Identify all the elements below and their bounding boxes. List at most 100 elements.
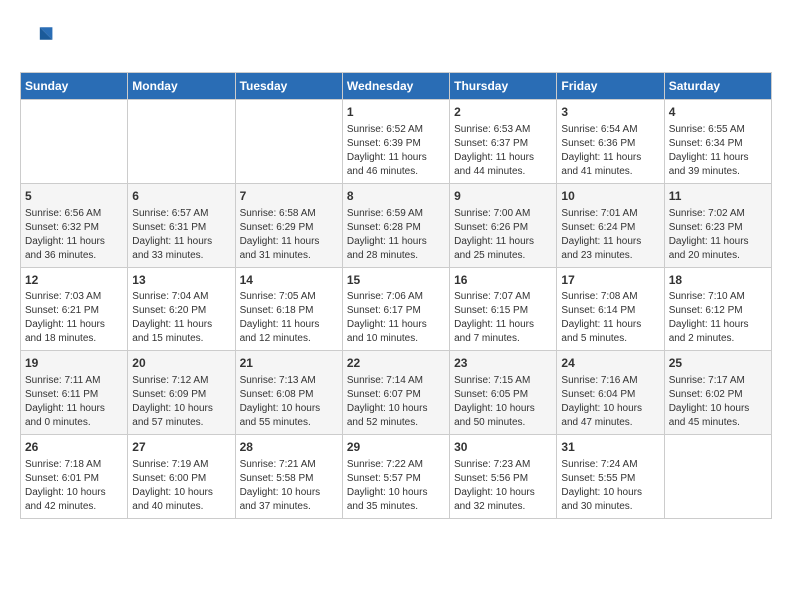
header-cell-saturday: Saturday xyxy=(664,73,771,100)
day-info: Sunrise: 7:12 AM xyxy=(132,374,230,388)
day-info: Sunrise: 6:52 AM xyxy=(347,123,445,137)
day-number: 6 xyxy=(132,188,230,205)
day-info: Sunrise: 7:10 AM xyxy=(669,290,767,304)
day-info: Sunset: 6:23 PM xyxy=(669,221,767,235)
day-number: 20 xyxy=(132,355,230,372)
day-number: 12 xyxy=(25,272,123,289)
day-number: 13 xyxy=(132,272,230,289)
day-info: Daylight: 11 hours and 31 minutes. xyxy=(240,235,338,263)
day-info: Sunset: 6:11 PM xyxy=(25,388,123,402)
day-info: Daylight: 11 hours and 36 minutes. xyxy=(25,235,123,263)
day-info: Daylight: 11 hours and 25 minutes. xyxy=(454,235,552,263)
day-info: Sunrise: 7:01 AM xyxy=(561,207,659,221)
day-cell: 11 Sunrise: 7:02 AMSunset: 6:23 PMDayligh… xyxy=(664,183,771,267)
day-info: Sunset: 6:34 PM xyxy=(669,137,767,151)
day-cell xyxy=(21,100,128,184)
day-info: Sunrise: 7:06 AM xyxy=(347,290,445,304)
day-cell: 25Sunrise: 7:17 AMSunset: 6:02 PMDayligh… xyxy=(664,351,771,435)
day-info: Sunrise: 7:23 AM xyxy=(454,458,552,472)
day-cell: 1Sunrise: 6:52 AMSunset: 6:39 PMDaylight… xyxy=(342,100,449,184)
day-info: Sunset: 6:07 PM xyxy=(347,388,445,402)
header-row: SundayMondayTuesdayWednesdayThursdayFrid… xyxy=(21,73,772,100)
day-number: 23 xyxy=(454,355,552,372)
day-number: 25 xyxy=(669,355,767,372)
day-info: Sunset: 5:56 PM xyxy=(454,472,552,486)
header-cell-wednesday: Wednesday xyxy=(342,73,449,100)
day-info: Sunrise: 6:55 AM xyxy=(669,123,767,137)
day-info: Sunrise: 7:21 AM xyxy=(240,458,338,472)
day-info: Daylight: 10 hours and 47 minutes. xyxy=(561,402,659,430)
day-cell: 9Sunrise: 7:00 AMSunset: 6:26 PMDaylight… xyxy=(450,183,557,267)
day-info: Sunset: 6:31 PM xyxy=(132,221,230,235)
day-info: Sunset: 6:17 PM xyxy=(347,304,445,318)
day-cell xyxy=(235,100,342,184)
day-number: 26 xyxy=(25,439,123,456)
day-info: Daylight: 11 hours and 10 minutes. xyxy=(347,318,445,346)
day-info: Sunrise: 6:53 AM xyxy=(454,123,552,137)
day-cell: 20 Sunrise: 7:12 AMSunset: 6:09 PMDayligh… xyxy=(128,351,235,435)
day-info: Daylight: 10 hours and 40 minutes. xyxy=(132,486,230,514)
day-number: 18 xyxy=(669,272,767,289)
day-cell: 7Sunrise: 6:58 AMSunset: 6:29 PMDaylight… xyxy=(235,183,342,267)
header-cell-friday: Friday xyxy=(557,73,664,100)
day-cell: 22Sunrise: 7:14 AMSunset: 6:07 PMDayligh… xyxy=(342,351,449,435)
day-cell: 17Sunrise: 7:08 AMSunset: 6:14 PMDayligh… xyxy=(557,267,664,351)
day-info: Daylight: 11 hours and 7 minutes. xyxy=(454,318,552,346)
day-info: Sunrise: 7:00 AM xyxy=(454,207,552,221)
day-number: 17 xyxy=(561,272,659,289)
day-cell: 21Sunrise: 7:13 AMSunset: 6:08 PMDayligh… xyxy=(235,351,342,435)
header-cell-thursday: Thursday xyxy=(450,73,557,100)
day-info: Daylight: 11 hours and 20 minutes. xyxy=(669,235,767,263)
day-cell xyxy=(128,100,235,184)
day-number: 29 xyxy=(347,439,445,456)
day-info: Sunset: 6:32 PM xyxy=(25,221,123,235)
day-cell xyxy=(664,435,771,519)
day-info: Sunset: 6:21 PM xyxy=(25,304,123,318)
day-cell: 2Sunrise: 6:53 AMSunset: 6:37 PMDaylight… xyxy=(450,100,557,184)
day-number: 31 xyxy=(561,439,659,456)
day-info: Sunset: 6:28 PM xyxy=(347,221,445,235)
week-row-4: 19Sunrise: 7:11 AMSunset: 6:11 PMDayligh… xyxy=(21,351,772,435)
day-number: 11 xyxy=(669,188,767,205)
day-info: Daylight: 10 hours and 57 minutes. xyxy=(132,402,230,430)
day-info: Sunset: 6:08 PM xyxy=(240,388,338,402)
day-cell: 14Sunrise: 7:05 AMSunset: 6:18 PMDayligh… xyxy=(235,267,342,351)
day-number: 24 xyxy=(561,355,659,372)
day-number: 3 xyxy=(561,104,659,121)
day-info: Sunset: 6:12 PM xyxy=(669,304,767,318)
day-cell: 23Sunrise: 7:15 AMSunset: 6:05 PMDayligh… xyxy=(450,351,557,435)
day-cell: 29Sunrise: 7:22 AMSunset: 5:57 PMDayligh… xyxy=(342,435,449,519)
week-row-3: 12Sunrise: 7:03 AMSunset: 6:21 PMDayligh… xyxy=(21,267,772,351)
header-cell-monday: Monday xyxy=(128,73,235,100)
day-info: Sunrise: 7:19 AM xyxy=(132,458,230,472)
day-info: Daylight: 11 hours and 18 minutes. xyxy=(25,318,123,346)
day-info: Daylight: 10 hours and 32 minutes. xyxy=(454,486,552,514)
day-info: Sunset: 6:29 PM xyxy=(240,221,338,235)
day-number: 15 xyxy=(347,272,445,289)
day-info: Sunset: 6:15 PM xyxy=(454,304,552,318)
day-info: Sunset: 5:55 PM xyxy=(561,472,659,486)
day-number: 28 xyxy=(240,439,338,456)
day-info: Sunrise: 7:02 AM xyxy=(669,207,767,221)
day-info: Daylight: 10 hours and 55 minutes. xyxy=(240,402,338,430)
day-info: Daylight: 11 hours and 12 minutes. xyxy=(240,318,338,346)
day-info: Sunrise: 7:03 AM xyxy=(25,290,123,304)
day-info: Daylight: 10 hours and 42 minutes. xyxy=(25,486,123,514)
logo-icon xyxy=(20,20,56,56)
day-cell: 18Sunrise: 7:10 AMSunset: 6:12 PMDayligh… xyxy=(664,267,771,351)
day-cell: 27Sunrise: 7:19 AMSunset: 6:00 PMDayligh… xyxy=(128,435,235,519)
week-row-1: 1Sunrise: 6:52 AMSunset: 6:39 PMDaylight… xyxy=(21,100,772,184)
day-info: Sunrise: 7:08 AM xyxy=(561,290,659,304)
day-cell: 10Sunrise: 7:01 AMSunset: 6:24 PMDayligh… xyxy=(557,183,664,267)
logo xyxy=(20,20,60,56)
day-info: Sunrise: 6:59 AM xyxy=(347,207,445,221)
day-info: Sunset: 6:00 PM xyxy=(132,472,230,486)
day-number: 8 xyxy=(347,188,445,205)
day-info: Sunset: 6:18 PM xyxy=(240,304,338,318)
day-number: 22 xyxy=(347,355,445,372)
day-info: Sunrise: 7:05 AM xyxy=(240,290,338,304)
day-cell: 13Sunrise: 7:04 AMSunset: 6:20 PMDayligh… xyxy=(128,267,235,351)
day-info: Daylight: 11 hours and 15 minutes. xyxy=(132,318,230,346)
day-cell: 4Sunrise: 6:55 AMSunset: 6:34 PMDaylight… xyxy=(664,100,771,184)
day-info: Sunset: 6:09 PM xyxy=(132,388,230,402)
